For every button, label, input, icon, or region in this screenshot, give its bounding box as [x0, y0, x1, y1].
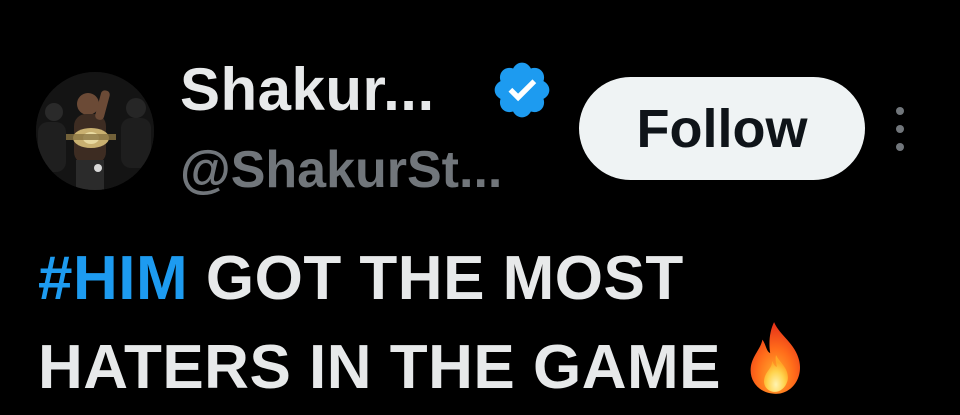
tweet-text: #HIM GOT THE MOST HATERS IN THE GAME	[38, 238, 938, 409]
verified-badge-icon	[494, 62, 550, 118]
tweet-card: Shakur... @ShakurSt... Follow #HIM GOT T…	[0, 0, 960, 415]
more-dot	[896, 107, 904, 115]
tweet-text-line1: GOT THE MOST	[205, 244, 684, 313]
more-dot	[896, 143, 904, 151]
follow-button[interactable]: Follow	[579, 77, 865, 180]
author-display-name[interactable]: Shakur...	[180, 55, 435, 124]
tweet-text-line2: HATERS IN THE GAME	[38, 333, 721, 402]
author-handle[interactable]: @ShakurSt...	[180, 140, 502, 200]
avatar-photo	[36, 72, 154, 190]
author-avatar[interactable]	[36, 72, 154, 190]
more-dot	[896, 125, 904, 133]
fire-icon	[750, 322, 800, 394]
more-options-icon[interactable]	[888, 107, 912, 151]
hashtag-link[interactable]: #HIM	[38, 244, 188, 313]
